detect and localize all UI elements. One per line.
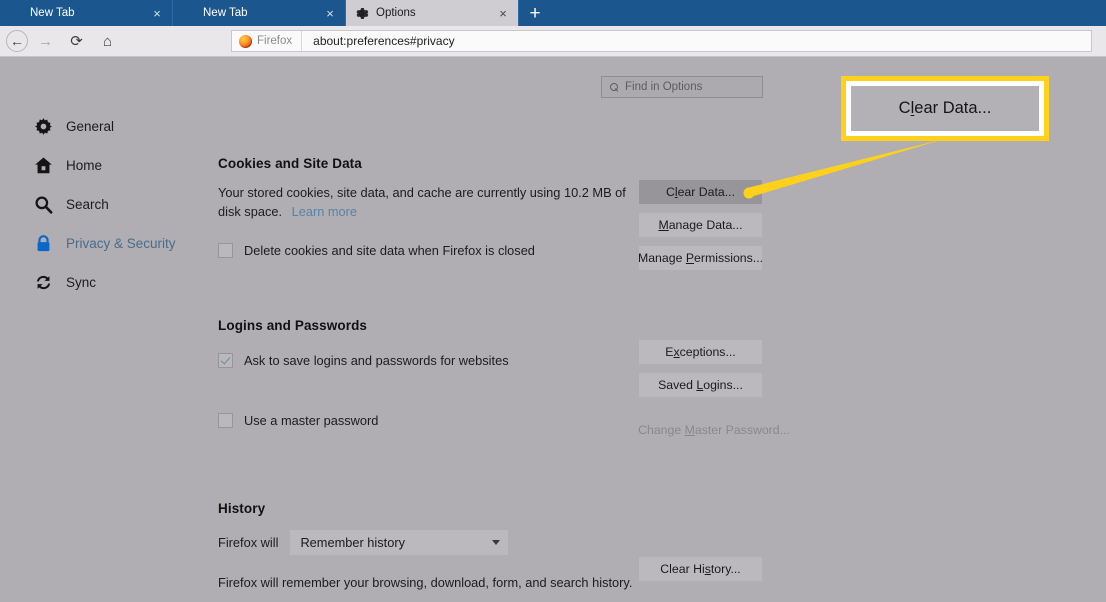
manage-data-button[interactable]: Manage Data... [639, 213, 762, 237]
clear-data-button-label: Clear Data... [666, 185, 735, 199]
history-prefix-label: Firefox will [218, 533, 278, 552]
history-button-group: Clear History... [639, 557, 762, 581]
navigation-toolbar: ← → ⟳ ⌂ Firefox about:preferences#privac… [0, 26, 1106, 57]
clear-history-button-label: Clear History... [660, 562, 740, 576]
cookies-button-group: Clear Data... Manage Data... Manage Perm… [639, 180, 762, 270]
delete-cookies-on-close-checkbox[interactable] [218, 243, 233, 258]
firefox-logo-icon [8, 6, 23, 21]
logins-button-group: Exceptions... Saved Logins... Change Mas… [639, 340, 789, 442]
new-tab-button[interactable]: + [519, 0, 551, 26]
identity-chip-label: Firefox [257, 35, 292, 47]
clear-history-button[interactable]: Clear History... [639, 557, 762, 581]
lock-icon [34, 234, 53, 253]
manage-permissions-button[interactable]: Manage Permissions... [639, 246, 762, 270]
exceptions-button-label: Exceptions... [665, 345, 735, 359]
gear-icon [354, 6, 369, 21]
browser-tab-options[interactable]: Options × [346, 0, 519, 26]
section-history: History Firefox will Remember history Fi… [218, 501, 632, 592]
firefox-logo-icon [181, 6, 196, 21]
browser-tab-2[interactable]: New Tab × [173, 0, 346, 26]
forward-icon[interactable]: → [32, 28, 59, 55]
address-bar-url: about:preferences#privacy [302, 34, 454, 48]
close-icon[interactable]: × [496, 7, 510, 20]
sidebar-item-sync[interactable]: Sync [0, 263, 200, 302]
use-master-password-checkbox[interactable] [218, 413, 233, 428]
firefox-logo-icon [239, 35, 252, 48]
search-input-placeholder: Find in Options [625, 81, 702, 93]
section-title: History [218, 501, 632, 516]
manage-data-button-label: Manage Data... [658, 218, 742, 232]
address-bar[interactable]: Firefox about:preferences#privacy [231, 30, 1092, 52]
sidebar-item-search[interactable]: Search [0, 185, 200, 224]
callout-inner-frame: Clear Data... [846, 81, 1044, 136]
sidebar-item-label: Sync [66, 275, 96, 290]
search-icon [34, 195, 53, 214]
section-logins-and-passwords: Logins and Passwords Ask to save logins … [218, 318, 509, 428]
history-mode-select[interactable]: Remember history [290, 530, 508, 555]
section-title: Cookies and Site Data [218, 156, 638, 171]
checkbox-label: Delete cookies and site data when Firefo… [244, 243, 535, 258]
history-description: Firefox will remember your browsing, dow… [218, 573, 632, 592]
callout-highlight-box: Clear Data... [841, 76, 1049, 141]
change-master-password-button-label: Change Master Password... [638, 423, 790, 437]
manage-permissions-button-label: Manage Permissions... [638, 251, 763, 265]
cookies-description-line2: disk space. [218, 204, 282, 219]
sidebar-item-home[interactable]: Home [0, 146, 200, 185]
sidebar-item-label: Privacy & Security [66, 236, 176, 251]
sidebar-item-label: General [66, 119, 114, 134]
cookies-description-line1: Your stored cookies, site data, and cach… [218, 185, 626, 200]
tab-title: New Tab [30, 7, 144, 19]
section-cookies-and-site-data: Cookies and Site Data Your stored cookie… [218, 156, 638, 258]
saved-logins-button-label: Saved Logins... [658, 378, 743, 392]
checkbox-label: Ask to save logins and passwords for web… [244, 353, 509, 368]
exceptions-button[interactable]: Exceptions... [639, 340, 762, 364]
gear-icon [34, 117, 53, 136]
home-icon [34, 156, 53, 175]
callout-clear-data-button[interactable]: Clear Data... [851, 86, 1039, 131]
back-icon[interactable]: ← [6, 30, 28, 52]
cookies-description: Your stored cookies, site data, and cach… [218, 183, 638, 221]
preferences-sidebar: General Home Search Privacy & Security S [0, 58, 200, 302]
callout-clear-data-label: Clear Data... [899, 99, 992, 118]
sync-icon [34, 273, 53, 292]
delete-cookies-on-close-row[interactable]: Delete cookies and site data when Firefo… [218, 243, 638, 258]
chevron-down-icon [492, 540, 500, 545]
browser-tab-1[interactable]: New Tab × [0, 0, 173, 26]
ask-to-save-logins-row[interactable]: Ask to save logins and passwords for web… [218, 353, 509, 368]
section-title: Logins and Passwords [218, 318, 509, 333]
tab-title: Options [376, 7, 490, 19]
sidebar-item-label: Search [66, 197, 109, 212]
history-mode-select-value: Remember history [300, 535, 405, 550]
tab-strip: New Tab × New Tab × Options × + [0, 0, 1106, 26]
identity-chip[interactable]: Firefox [232, 31, 302, 51]
home-icon[interactable]: ⌂ [94, 28, 121, 55]
history-mode-row: Firefox will Remember history [218, 530, 632, 555]
search-input[interactable]: Find in Options [601, 76, 763, 98]
close-icon[interactable]: × [150, 7, 164, 20]
learn-more-link[interactable]: Learn more [292, 204, 357, 219]
sidebar-item-privacy-security[interactable]: Privacy & Security [0, 224, 200, 263]
change-master-password-button: Change Master Password... [639, 418, 789, 442]
close-icon[interactable]: × [323, 7, 337, 20]
search-icon [610, 83, 619, 92]
ask-to-save-logins-checkbox[interactable] [218, 353, 233, 368]
clear-data-button[interactable]: Clear Data... [639, 180, 762, 204]
reload-icon[interactable]: ⟳ [63, 28, 90, 55]
sidebar-item-label: Home [66, 158, 102, 173]
sidebar-item-general[interactable]: General [0, 107, 200, 146]
saved-logins-button[interactable]: Saved Logins... [639, 373, 762, 397]
checkbox-label: Use a master password [244, 413, 378, 428]
use-master-password-row[interactable]: Use a master password [218, 413, 509, 428]
nav-button-group: ← → ⟳ ⌂ [0, 28, 121, 55]
tab-title: New Tab [203, 7, 317, 19]
